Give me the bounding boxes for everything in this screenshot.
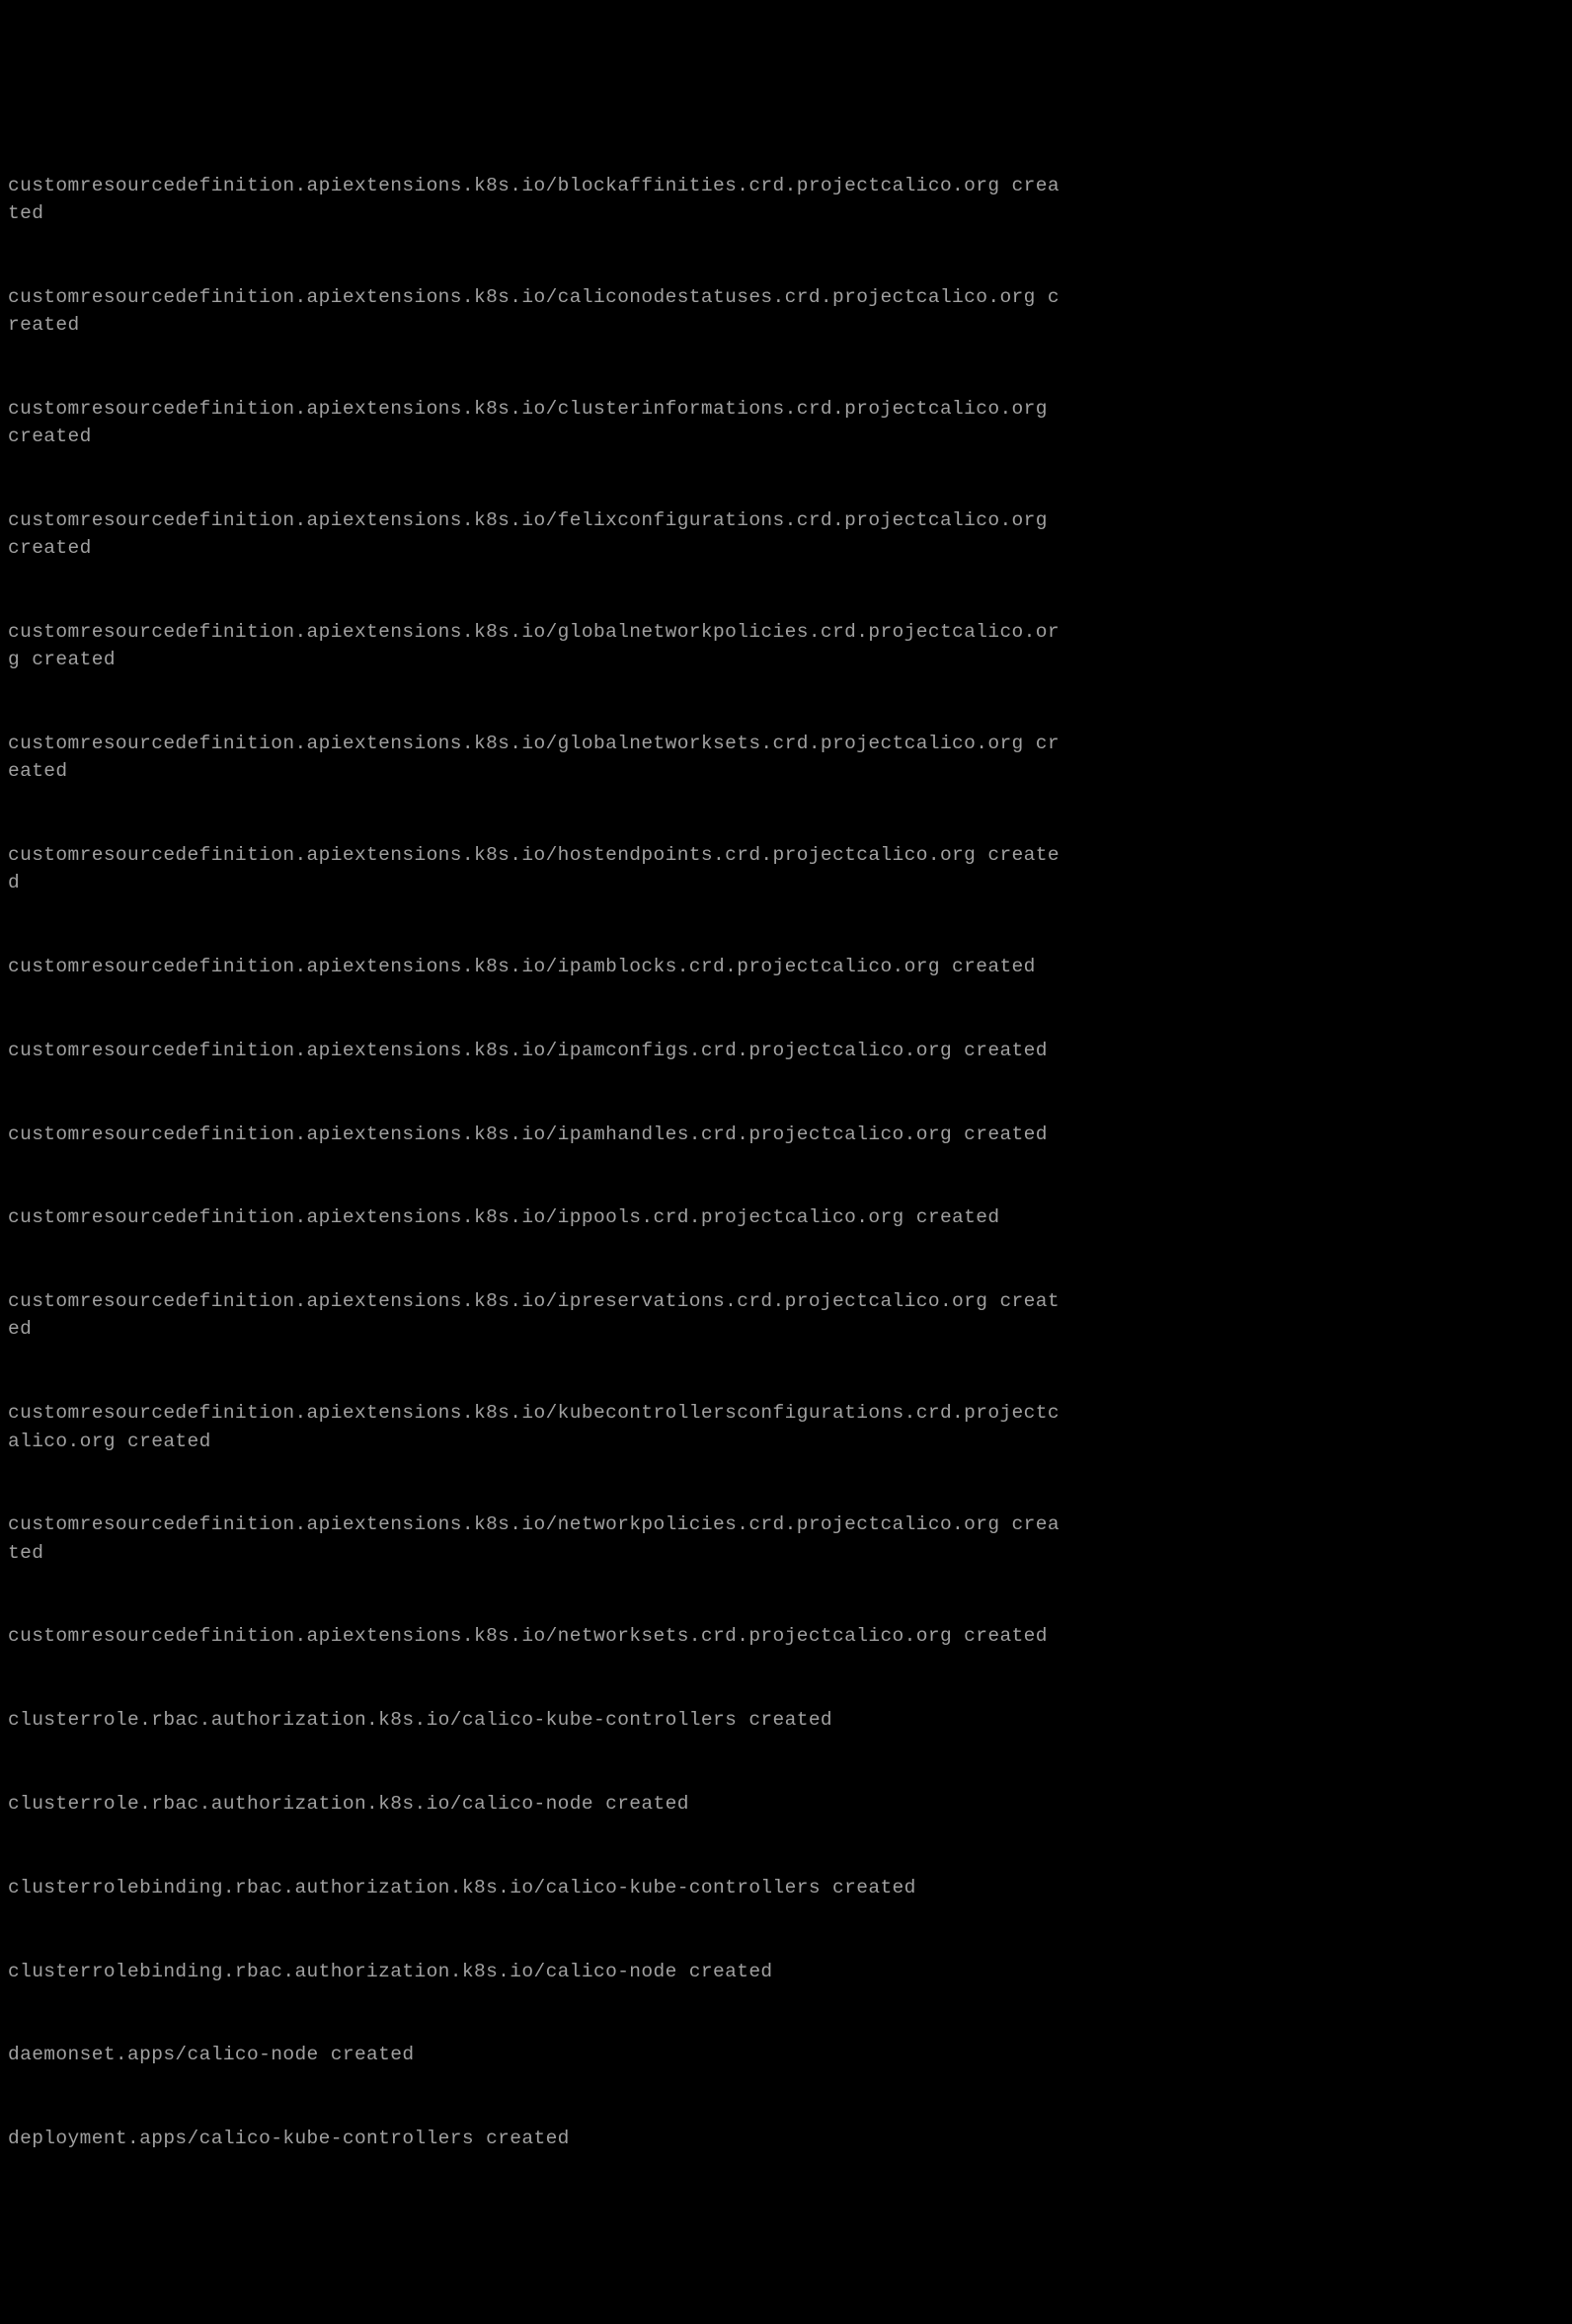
output-line: daemonset.apps/calico-node created xyxy=(8,2041,1062,2068)
output-line: clusterrole.rbac.authorization.k8s.io/ca… xyxy=(8,1790,1062,1818)
output-line: customresourcedefinition.apiextensions.k… xyxy=(8,953,1062,980)
output-line: customresourcedefinition.apiextensions.k… xyxy=(8,618,1062,674)
output-line: customresourcedefinition.apiextensions.k… xyxy=(8,1037,1062,1064)
output-line: customresourcedefinition.apiextensions.k… xyxy=(8,1511,1062,1567)
output-line: customresourcedefinition.apiextensions.k… xyxy=(8,1203,1062,1231)
output-line: customresourcedefinition.apiextensions.k… xyxy=(8,841,1062,897)
output-line: customresourcedefinition.apiextensions.k… xyxy=(8,730,1062,786)
output-line: clusterrolebinding.rbac.authorization.k8… xyxy=(8,1958,1062,1985)
output-line: customresourcedefinition.apiextensions.k… xyxy=(8,1287,1062,1344)
output-line: customresourcedefinition.apiextensions.k… xyxy=(8,283,1062,340)
output-line: customresourcedefinition.apiextensions.k… xyxy=(8,172,1062,228)
output-line: customresourcedefinition.apiextensions.k… xyxy=(8,1399,1062,1455)
output-line: clusterrole.rbac.authorization.k8s.io/ca… xyxy=(8,1706,1062,1734)
output-line: customresourcedefinition.apiextensions.k… xyxy=(8,1622,1062,1650)
output-line: customresourcedefinition.apiextensions.k… xyxy=(8,395,1062,451)
output-line: customresourcedefinition.apiextensions.k… xyxy=(8,1121,1062,1148)
output-line: clusterrolebinding.rbac.authorization.k8… xyxy=(8,1874,1062,1901)
terminal-output: customresourcedefinition.apiextensions.k… xyxy=(8,116,1062,2181)
output-line: deployment.apps/calico-kube-controllers … xyxy=(8,2125,1062,2152)
output-line: customresourcedefinition.apiextensions.k… xyxy=(8,506,1062,563)
